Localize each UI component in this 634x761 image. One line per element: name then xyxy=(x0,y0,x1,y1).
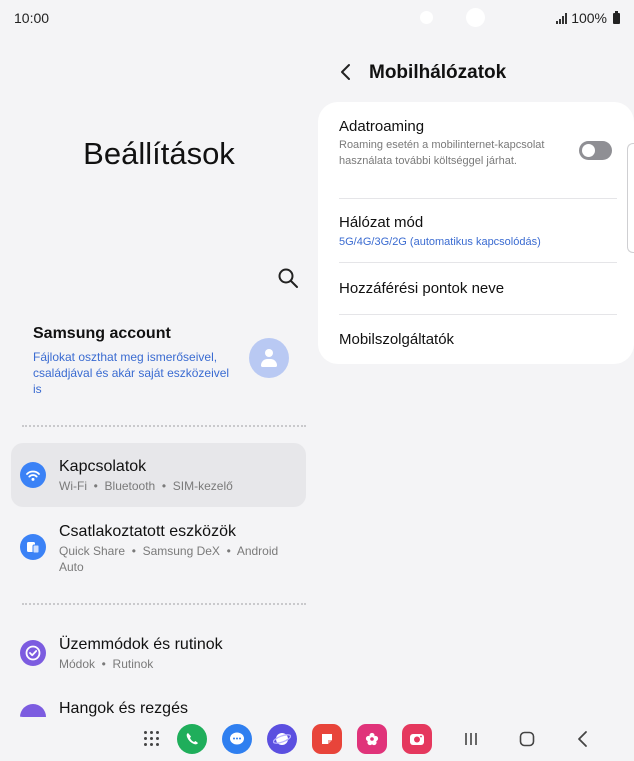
avatar[interactable] xyxy=(249,338,289,378)
battery-percent: 100% xyxy=(571,10,607,26)
taskbar xyxy=(0,717,634,761)
row-title: Mobilszolgáltatók xyxy=(339,331,455,348)
divider xyxy=(22,603,306,605)
mobile-networks-card: Adatroaming Roaming esetén a mobilintern… xyxy=(318,102,634,364)
toggle-knob xyxy=(582,144,595,157)
camera-cutout-icon xyxy=(420,11,433,24)
divider xyxy=(339,314,617,315)
back-arrow-icon[interactable] xyxy=(336,62,356,82)
gallery-app-icon[interactable] xyxy=(357,724,387,754)
menu-item-connected-devices[interactable]: Csatlakoztatott eszközök Quick Share • S… xyxy=(11,516,306,580)
sound-icon xyxy=(20,704,46,717)
back-icon[interactable] xyxy=(573,729,593,749)
menu-item-label: Üzemmódok és rutinok xyxy=(59,636,223,653)
person-icon-body xyxy=(261,359,277,367)
status-indicators: 100% xyxy=(556,10,620,26)
messages-app-icon[interactable] xyxy=(222,724,252,754)
menu-item-modes-routines[interactable]: Üzemmódok és rutinok Módok • Rutinok xyxy=(11,622,306,682)
status-bar: 10:00 100% xyxy=(0,0,634,36)
menu-item-connections[interactable]: Kapcsolatok Wi-Fi • Bluetooth • SIM-keze… xyxy=(11,443,306,507)
modes-icon xyxy=(20,640,46,666)
account-description: Fájlokat oszthat meg ismerőseivel, csalá… xyxy=(33,350,230,396)
divider xyxy=(22,425,306,427)
camera-cutout-icon xyxy=(466,8,485,27)
menu-item-label: Kapcsolatok xyxy=(59,458,147,475)
recent-apps-icon[interactable] xyxy=(461,729,481,749)
row-subtitle: Roaming esetén a mobilinternet-kapcsolat… xyxy=(339,139,545,167)
phone-app-icon[interactable] xyxy=(177,724,207,754)
status-time: 10:00 xyxy=(14,10,50,26)
scroll-handle[interactable] xyxy=(627,143,634,253)
menu-item-subtitle: Wi-Fi • Bluetooth • SIM-kezelő xyxy=(59,479,233,493)
data-roaming-toggle[interactable] xyxy=(579,141,612,160)
battery-icon xyxy=(613,10,620,24)
menu-item-subtitle: Quick Share • Samsung DeX • Android Auto xyxy=(59,544,281,574)
connected-devices-icon xyxy=(20,534,46,560)
camera-app-icon[interactable] xyxy=(402,724,432,754)
row-title: Hozzáférési pontok neve xyxy=(339,280,505,297)
signal-icon xyxy=(556,12,568,24)
menu-item-subtitle: Módok • Rutinok xyxy=(59,657,154,671)
home-icon[interactable] xyxy=(517,729,537,749)
row-title: Hálózat mód xyxy=(339,214,424,231)
row-title: Adatroaming xyxy=(339,118,425,135)
divider xyxy=(339,262,617,263)
menu-item-sounds-vibration[interactable]: Hangok és rezgés xyxy=(11,692,306,717)
row-subtitle: 5G/4G/3G/2G (automatikus kapcsolódás) xyxy=(339,236,541,248)
menu-item-label: Csatlakoztatott eszközök xyxy=(59,523,236,540)
internet-app-icon[interactable] xyxy=(267,724,297,754)
panel-title: Mobilhálózatok xyxy=(369,62,507,83)
notes-app-icon[interactable] xyxy=(312,724,342,754)
menu-item-label: Hangok és rezgés xyxy=(59,700,188,717)
person-icon xyxy=(265,349,273,357)
search-icon[interactable] xyxy=(276,266,300,290)
wifi-icon xyxy=(20,462,46,488)
apps-grid-icon[interactable] xyxy=(144,731,160,747)
page-title: Beállítások xyxy=(83,136,235,171)
divider xyxy=(339,198,617,199)
